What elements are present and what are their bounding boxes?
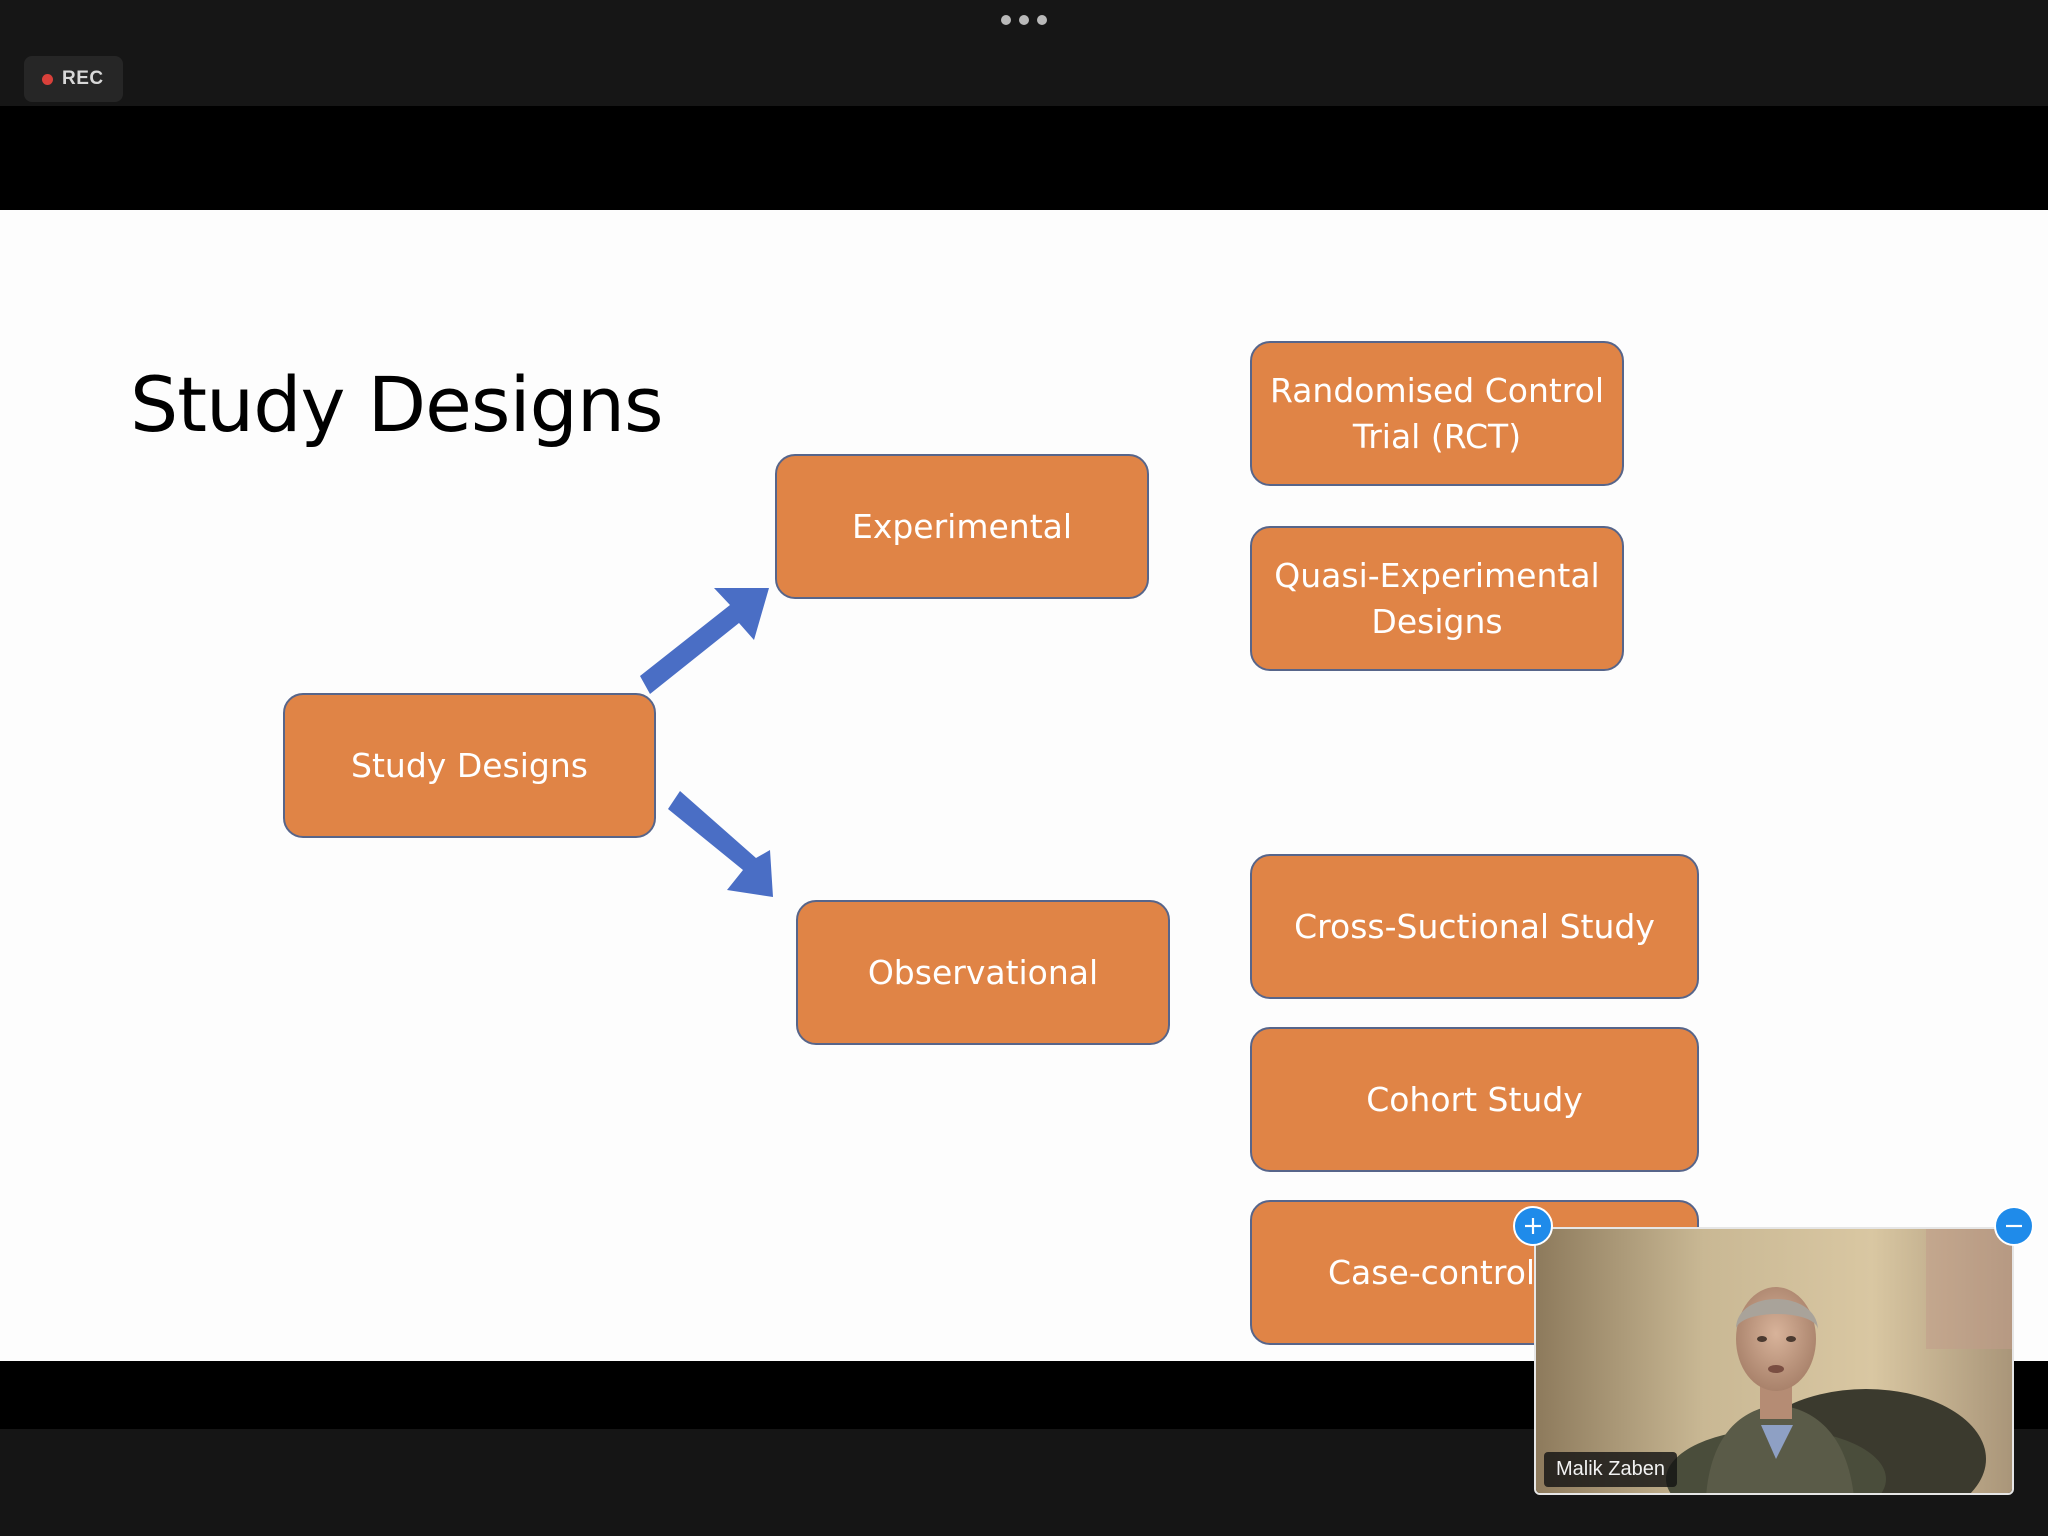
more-options-icon[interactable] bbox=[1001, 14, 1047, 26]
minimize-video-button[interactable] bbox=[1994, 1206, 2034, 1246]
branch-node-observational: Observational bbox=[796, 900, 1170, 1045]
leaf-node-rct: Randomised Control Trial (RCT) bbox=[1250, 341, 1624, 486]
minus-icon bbox=[2006, 1224, 2022, 1228]
participant-video-tile[interactable]: Malik Zaben bbox=[1534, 1227, 2014, 1495]
root-node-study-designs: Study Designs bbox=[283, 693, 656, 838]
leaf-node-cohort: Cohort Study bbox=[1250, 1027, 1699, 1172]
participant-name-label: Malik Zaben bbox=[1544, 1452, 1677, 1487]
leaf-node-quasi-experimental: Quasi-Experimental Designs bbox=[1250, 526, 1624, 671]
expand-video-button[interactable] bbox=[1513, 1206, 1553, 1246]
meeting-top-bar: REC bbox=[0, 0, 2048, 106]
recording-indicator[interactable]: REC bbox=[24, 56, 123, 102]
letterbox-top bbox=[0, 106, 2048, 210]
plus-icon bbox=[1525, 1218, 1541, 1234]
recording-dot-icon bbox=[42, 73, 53, 85]
leaf-node-cross-sectional: Cross-Suctional Study bbox=[1250, 854, 1699, 999]
arrow-down-icon bbox=[668, 791, 773, 897]
recording-label: REC bbox=[62, 68, 104, 89]
arrow-up-icon bbox=[640, 588, 769, 694]
branch-node-experimental: Experimental bbox=[775, 454, 1149, 599]
shared-slide: Study Designs Study Designs Experimental… bbox=[0, 210, 2048, 1361]
